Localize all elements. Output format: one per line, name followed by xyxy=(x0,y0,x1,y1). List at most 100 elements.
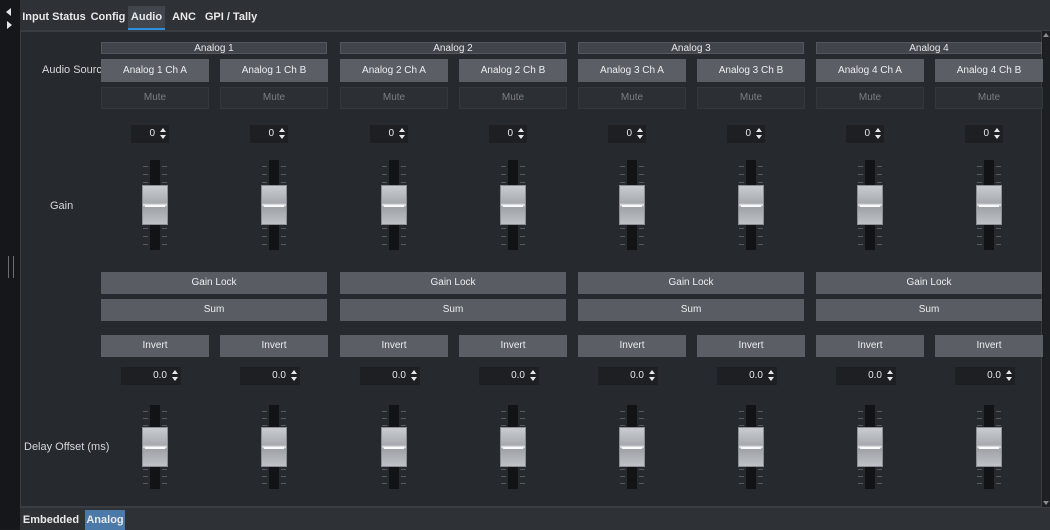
spin-arrows-icon[interactable] xyxy=(994,128,1001,140)
gain-spinner-analog-1-ch-b[interactable]: 0 xyxy=(250,125,288,143)
increment-icon[interactable] xyxy=(530,370,536,374)
increment-icon[interactable] xyxy=(291,370,297,374)
increment-icon[interactable] xyxy=(411,370,417,374)
tab-gpi-tally[interactable]: GPI / Tally xyxy=(201,6,261,30)
fader-knob[interactable] xyxy=(500,185,526,225)
delay-spinner-analog-4-ch-a[interactable]: 0.0 xyxy=(836,367,896,385)
decrement-icon[interactable] xyxy=(160,135,166,139)
delay-fader-analog-1-ch-b[interactable] xyxy=(256,405,292,489)
fader-knob[interactable] xyxy=(261,427,287,467)
sum-button-analog-2[interactable]: Sum xyxy=(340,299,566,321)
delay-spinner-analog-3-ch-b[interactable]: 0.0 xyxy=(717,367,777,385)
delay-spinner-analog-1-ch-b[interactable]: 0.0 xyxy=(240,367,300,385)
delay-fader-analog-2-ch-a[interactable] xyxy=(376,405,412,489)
delay-spinner-analog-3-ch-a[interactable]: 0.0 xyxy=(598,367,658,385)
decrement-icon[interactable] xyxy=(291,377,297,381)
increment-icon[interactable] xyxy=(160,128,166,132)
gain-fader-analog-1-ch-b[interactable] xyxy=(256,160,292,250)
gain-spinner-analog-1-ch-a[interactable]: 0 xyxy=(131,125,169,143)
gain-spinner-analog-3-ch-a[interactable]: 0 xyxy=(608,125,646,143)
spin-arrows-icon[interactable] xyxy=(518,128,525,140)
spin-arrows-icon[interactable] xyxy=(291,370,298,382)
decrement-icon[interactable] xyxy=(399,135,405,139)
tab-anc[interactable]: ANC xyxy=(167,6,201,30)
audio-source-button-analog-3-ch-a[interactable]: Analog 3 Ch A xyxy=(578,59,686,82)
side-panel-toggle[interactable] xyxy=(0,0,21,529)
decrement-icon[interactable] xyxy=(756,135,762,139)
tab-audio[interactable]: Audio xyxy=(128,6,165,30)
spin-arrows-icon[interactable] xyxy=(279,128,286,140)
gain-spinner-analog-3-ch-b[interactable]: 0 xyxy=(727,125,765,143)
delay-spinner-analog-2-ch-b[interactable]: 0.0 xyxy=(479,367,539,385)
gain-fader-analog-2-ch-b[interactable] xyxy=(495,160,531,250)
fader-knob[interactable] xyxy=(381,427,407,467)
tab-input-status[interactable]: Input Status xyxy=(20,6,88,30)
increment-icon[interactable] xyxy=(649,370,655,374)
decrement-icon[interactable] xyxy=(649,377,655,381)
mute-button-analog-2-ch-b[interactable]: Mute xyxy=(459,87,567,109)
sum-button-analog-3[interactable]: Sum xyxy=(578,299,804,321)
tab-config[interactable]: Config xyxy=(88,6,128,30)
fader-knob[interactable] xyxy=(500,427,526,467)
delay-fader-analog-2-ch-b[interactable] xyxy=(495,405,531,489)
increment-icon[interactable] xyxy=(768,370,774,374)
increment-icon[interactable] xyxy=(279,128,285,132)
fader-knob[interactable] xyxy=(857,185,883,225)
gain-fader-analog-1-ch-a[interactable] xyxy=(137,160,173,250)
fader-knob[interactable] xyxy=(142,427,168,467)
fader-knob[interactable] xyxy=(738,185,764,225)
spin-arrows-icon[interactable] xyxy=(530,370,537,382)
mute-button-analog-3-ch-b[interactable]: Mute xyxy=(697,87,805,109)
audio-source-button-analog-4-ch-b[interactable]: Analog 4 Ch B xyxy=(935,59,1043,82)
fader-knob[interactable] xyxy=(976,427,1002,467)
expand-right-icon[interactable] xyxy=(7,21,12,29)
audio-source-button-analog-2-ch-b[interactable]: Analog 2 Ch B xyxy=(459,59,567,82)
decrement-icon[interactable] xyxy=(994,135,1000,139)
delay-fader-analog-3-ch-a[interactable] xyxy=(614,405,650,489)
invert-button-analog-2-ch-a[interactable]: Invert xyxy=(340,335,448,357)
spin-arrows-icon[interactable] xyxy=(887,370,894,382)
gain-lock-button-analog-3[interactable]: Gain Lock xyxy=(578,272,804,294)
gain-spinner-analog-4-ch-a[interactable]: 0 xyxy=(846,125,884,143)
delay-fader-analog-3-ch-b[interactable] xyxy=(733,405,769,489)
fader-knob[interactable] xyxy=(857,427,883,467)
delay-fader-analog-4-ch-a[interactable] xyxy=(852,405,888,489)
spin-arrows-icon[interactable] xyxy=(756,128,763,140)
invert-button-analog-1-ch-a[interactable]: Invert xyxy=(101,335,209,357)
invert-button-analog-3-ch-a[interactable]: Invert xyxy=(578,335,686,357)
spin-arrows-icon[interactable] xyxy=(172,370,179,382)
increment-icon[interactable] xyxy=(172,370,178,374)
audio-source-button-analog-1-ch-a[interactable]: Analog 1 Ch A xyxy=(101,59,209,82)
increment-icon[interactable] xyxy=(875,128,881,132)
gain-spinner-analog-2-ch-a[interactable]: 0 xyxy=(370,125,408,143)
increment-icon[interactable] xyxy=(637,128,643,132)
increment-icon[interactable] xyxy=(1006,370,1012,374)
mute-button-analog-2-ch-a[interactable]: Mute xyxy=(340,87,448,109)
fader-knob[interactable] xyxy=(619,427,645,467)
mute-button-analog-1-ch-b[interactable]: Mute xyxy=(220,87,328,109)
spin-arrows-icon[interactable] xyxy=(399,128,406,140)
decrement-icon[interactable] xyxy=(875,135,881,139)
increment-icon[interactable] xyxy=(399,128,405,132)
vertical-scrollbar[interactable] xyxy=(1043,31,1050,507)
audio-source-button-analog-4-ch-a[interactable]: Analog 4 Ch A xyxy=(816,59,924,82)
increment-icon[interactable] xyxy=(994,128,1000,132)
delay-fader-analog-1-ch-a[interactable] xyxy=(137,405,173,489)
audio-source-button-analog-3-ch-b[interactable]: Analog 3 Ch B xyxy=(697,59,805,82)
spin-arrows-icon[interactable] xyxy=(768,370,775,382)
gain-fader-analog-4-ch-a[interactable] xyxy=(852,160,888,250)
gain-spinner-analog-4-ch-b[interactable]: 0 xyxy=(965,125,1003,143)
delay-spinner-analog-2-ch-a[interactable]: 0.0 xyxy=(360,367,420,385)
fader-knob[interactable] xyxy=(381,185,407,225)
tab-analog[interactable]: Analog xyxy=(85,510,125,530)
gain-lock-button-analog-4[interactable]: Gain Lock xyxy=(816,272,1042,294)
mute-button-analog-4-ch-a[interactable]: Mute xyxy=(816,87,924,109)
gain-fader-analog-4-ch-b[interactable] xyxy=(971,160,1007,250)
collapse-left-icon[interactable] xyxy=(6,8,11,16)
invert-button-analog-2-ch-b[interactable]: Invert xyxy=(459,335,567,357)
spin-arrows-icon[interactable] xyxy=(160,128,167,140)
audio-source-button-analog-1-ch-b[interactable]: Analog 1 Ch B xyxy=(220,59,328,82)
mute-button-analog-3-ch-a[interactable]: Mute xyxy=(578,87,686,109)
sum-button-analog-1[interactable]: Sum xyxy=(101,299,327,321)
spin-arrows-icon[interactable] xyxy=(1006,370,1013,382)
